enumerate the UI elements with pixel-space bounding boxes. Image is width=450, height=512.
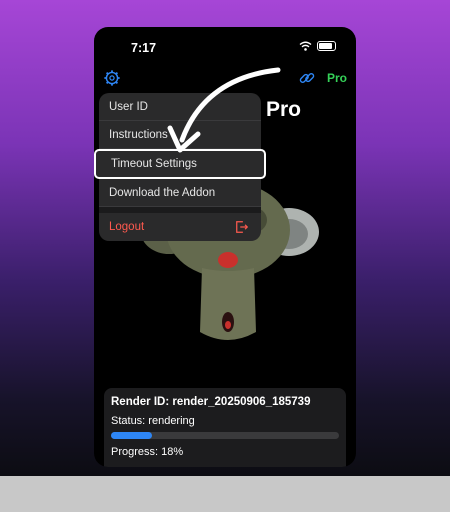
annotation-arrow-path	[167, 67, 281, 153]
